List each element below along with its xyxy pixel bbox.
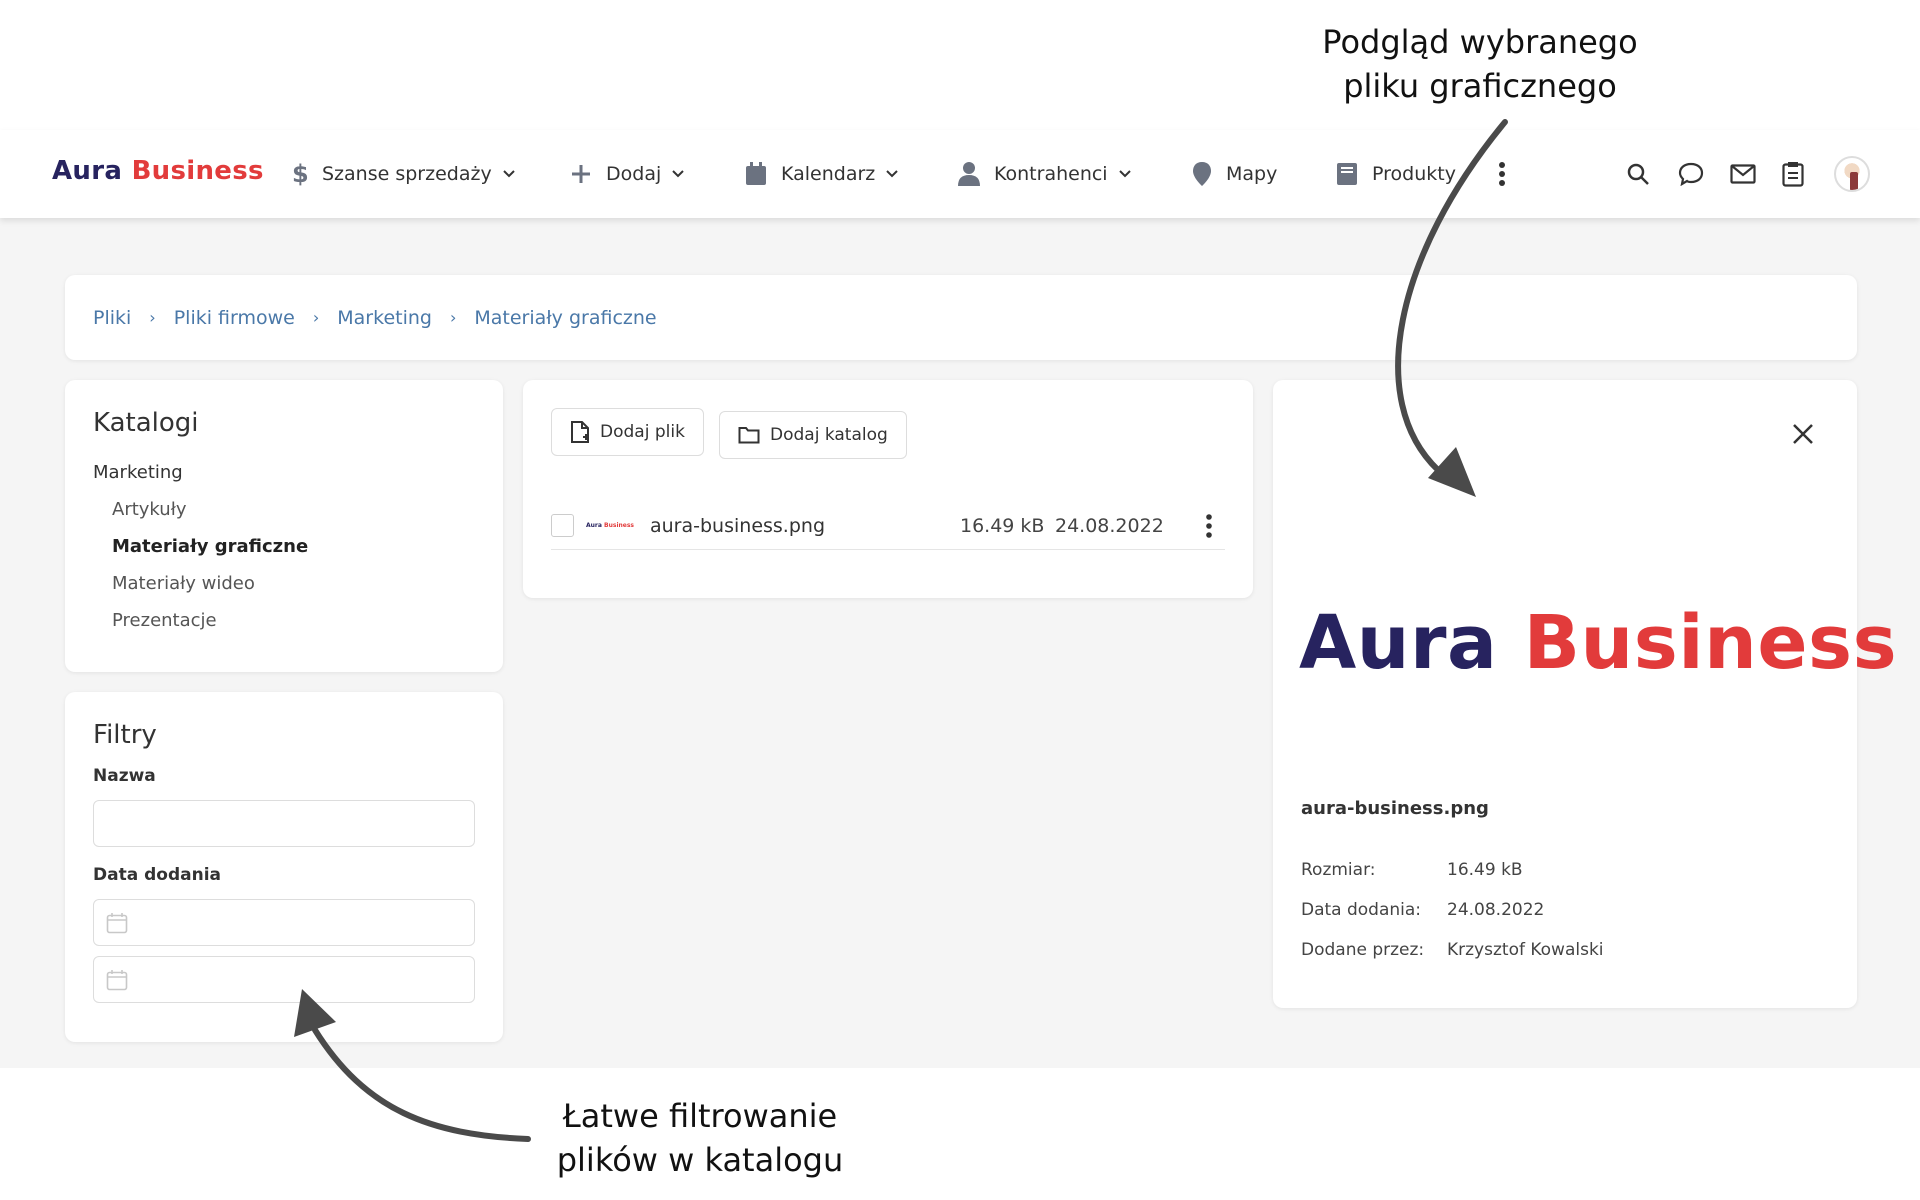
catalog-item-marketing[interactable]: Marketing <box>93 462 475 483</box>
preview-panel: Aura Business aura-business.png Rozmiar:… <box>1273 380 1897 1008</box>
chevron-down-icon <box>1118 170 1131 178</box>
catalog-item-artykuly[interactable]: Artykuły <box>93 499 475 520</box>
annotation-filters: Łatwe filtrowanie plików w katalogu <box>520 1094 880 1182</box>
more-vertical-icon[interactable] <box>1205 513 1213 538</box>
catalog-item-materialy-wideo[interactable]: Materiały wideo <box>93 573 475 594</box>
date-from-input[interactable] <box>93 899 475 946</box>
book-icon <box>1337 163 1357 185</box>
files-panel: Dodaj plik Dodaj katalog Aura Business a… <box>523 380 1253 598</box>
catalog-item-prezentacje[interactable]: Prezentacje <box>93 610 475 631</box>
table-row[interactable]: Aura Business aura-business.png 16.49 kB… <box>551 502 1225 550</box>
nav-label: Kontrahenci <box>994 163 1108 185</box>
mail-icon <box>1730 164 1756 184</box>
brand-part1: Aura <box>1299 600 1498 686</box>
nav-mapy[interactable]: Mapy <box>1192 130 1277 218</box>
annotation-text: plików w katalogu <box>556 1141 844 1179</box>
nav-szanse-sprzedazy[interactable]: $ Szanse sprzedaży <box>290 130 516 218</box>
meta-label: Rozmiar: <box>1301 860 1376 880</box>
add-file-label: Dodaj plik <box>600 422 685 442</box>
chevron-right-icon: › <box>312 308 320 327</box>
catalog-item-materialy-graficzne[interactable]: Materiały graficzne <box>93 536 475 557</box>
nav-user[interactable] <box>1834 130 1870 218</box>
nav-label: Produkty <box>1372 163 1456 185</box>
nav-chat[interactable] <box>1678 130 1704 218</box>
calendar-icon <box>106 912 128 933</box>
nav-label: Mapy <box>1226 163 1278 185</box>
row-checkbox[interactable] <box>551 514 574 537</box>
chat-icon <box>1678 162 1704 186</box>
top-navbar: Aura Business $ Szanse sprzedaży Dodaj K… <box>0 130 1920 218</box>
map-pin-icon <box>1193 162 1211 186</box>
nav-kalendarz[interactable]: Kalendarz <box>745 130 899 218</box>
filters-panel: Filtry Nazwa Data dodania <box>65 692 503 1042</box>
brand-part2: Business <box>1523 600 1898 686</box>
dollar-icon: $ <box>292 161 308 187</box>
chevron-down-icon <box>886 170 898 178</box>
nav-kontrahenci[interactable]: Kontrahenci <box>958 130 1132 218</box>
preview-filename: aura-business.png <box>1301 798 1489 819</box>
person-icon <box>958 162 980 186</box>
breadcrumb: Pliki › Pliki firmowe › Marketing › Mate… <box>65 275 1857 360</box>
file-name[interactable]: aura-business.png <box>650 515 960 537</box>
date-filter-label: Data dodania <box>93 865 221 885</box>
nav-label: Kalendarz <box>781 163 876 185</box>
annotation-text: Łatwe filtrowanie <box>562 1097 838 1135</box>
name-filter-label: Nazwa <box>93 766 156 786</box>
nav-label: Dodaj <box>606 163 662 185</box>
date-to-input[interactable] <box>93 956 475 1003</box>
file-size: 16.49 kB <box>960 514 1045 537</box>
file-add-icon <box>571 421 589 443</box>
meta-value: 16.49 kB <box>1447 860 1523 880</box>
meta-label: Data dodania: <box>1301 900 1422 920</box>
file-thumbnail: Aura Business <box>586 522 640 529</box>
annotation-text: Podgląd wybranego <box>1322 23 1638 61</box>
brand-part2: Business <box>604 522 634 529</box>
avatar <box>1834 156 1870 192</box>
chevron-right-icon: › <box>149 308 156 327</box>
nav-more[interactable] <box>1498 130 1520 218</box>
meta-value: Krzysztof Kowalski <box>1447 940 1604 960</box>
catalogs-title: Katalogi <box>93 408 199 438</box>
filters-title: Filtry <box>93 720 157 750</box>
brand-part1: Aura <box>586 522 602 529</box>
preview-metadata: Rozmiar: 16.49 kB Data dodania: 24.08.2022… <box>1301 860 1604 980</box>
nav-dodaj[interactable]: Dodaj <box>570 130 685 218</box>
brand-logo[interactable]: Aura Business <box>52 156 264 186</box>
add-file-button[interactable]: Dodaj plik <box>551 408 704 456</box>
name-filter-input[interactable] <box>93 800 475 847</box>
nav-produkty[interactable]: Produkty <box>1336 130 1456 218</box>
meta-value: 24.08.2022 <box>1447 900 1545 920</box>
annotation-preview: Podgląd wybranego pliku graficznego <box>1280 20 1680 108</box>
annotation-text: pliku graficznego <box>1343 67 1617 105</box>
more-vertical-icon <box>1499 162 1505 186</box>
chevron-down-icon <box>502 170 515 178</box>
brand-part2: Business <box>131 156 264 186</box>
nav-search[interactable] <box>1626 130 1650 218</box>
add-folder-button[interactable]: Dodaj katalog <box>719 411 907 459</box>
search-icon <box>1627 163 1649 185</box>
breadcrumb-item[interactable]: Materiały graficzne <box>474 307 656 329</box>
chevron-down-icon <box>672 170 684 178</box>
breadcrumb-item[interactable]: Marketing <box>337 307 432 329</box>
nav-label: Szanse sprzedaży <box>322 163 492 185</box>
meta-label: Dodane przez: <box>1301 940 1425 960</box>
breadcrumb-item[interactable]: Pliki <box>93 307 131 329</box>
files-toolbar: Dodaj plik Dodaj katalog <box>551 408 1225 459</box>
brand-part1: Aura <box>52 156 123 186</box>
file-date: 24.08.2022 <box>1055 514 1164 537</box>
nav-mail[interactable] <box>1730 130 1756 218</box>
calendar-icon <box>746 162 766 185</box>
catalogs-panel: Katalogi Marketing Artykuły Materiały gr… <box>65 380 503 672</box>
folder-icon <box>738 427 760 444</box>
close-icon[interactable] <box>1789 420 1817 448</box>
plus-icon <box>572 165 590 183</box>
nav-tasks[interactable] <box>1782 130 1804 218</box>
breadcrumb-item[interactable]: Pliki firmowe <box>174 307 295 329</box>
svg-text:$: $ <box>292 161 308 187</box>
chevron-right-icon: › <box>449 308 457 327</box>
add-folder-label: Dodaj katalog <box>770 425 888 445</box>
clipboard-icon <box>1782 162 1804 187</box>
image-preview: Aura Business <box>1299 600 1897 686</box>
calendar-icon <box>106 969 128 990</box>
